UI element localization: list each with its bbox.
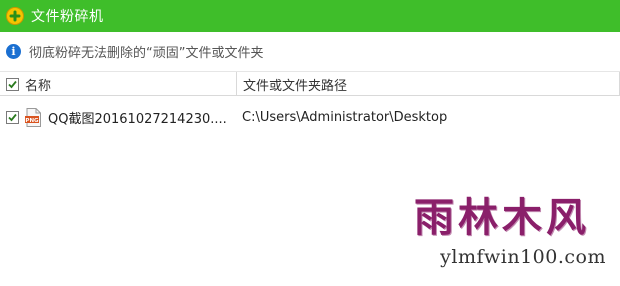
png-file-icon: PNG [25,107,41,127]
select-all-checkbox[interactable] [6,77,19,91]
table-header: 名称 文件或文件夹路径 [0,72,620,96]
column-header-name[interactable]: 名称 [0,72,237,96]
file-name: QQ截图20161027214230.... [48,111,227,127]
table-row[interactable]: PNG QQ截图20161027214230.... C:\Users\Admi… [0,106,620,128]
row-name-cell: PNG QQ截图20161027214230.... [0,106,237,128]
svg-text:PNG: PNG [25,118,39,124]
checkmark-icon [8,80,17,88]
checkmark-icon [8,113,17,121]
watermark-url: ylmfwin100.com [440,246,606,268]
window-title: 文件粉碎机 [31,9,104,25]
watermark-logo-text: 雨林木风 [414,194,590,241]
column-name-label: 名称 [25,78,52,94]
column-path-label: 文件或文件夹路径 [243,78,348,94]
shredder-app-icon [6,7,24,25]
info-bar: i 彻底粉碎无法删除的“顽固”文件或文件夹 [0,32,620,72]
column-header-path[interactable]: 文件或文件夹路径 [237,72,620,96]
watermark: 雨林木风 ylmfwin100.com [406,196,606,278]
row-checkbox[interactable] [6,110,19,124]
info-text: 彻底粉碎无法删除的“顽固”文件或文件夹 [29,46,264,61]
row-path-cell: C:\Users\Administrator\Desktop [237,106,620,128]
title-bar: 文件粉碎机 [0,0,620,32]
file-path: C:\Users\Administrator\Desktop [242,109,448,125]
info-icon: i [6,44,21,59]
